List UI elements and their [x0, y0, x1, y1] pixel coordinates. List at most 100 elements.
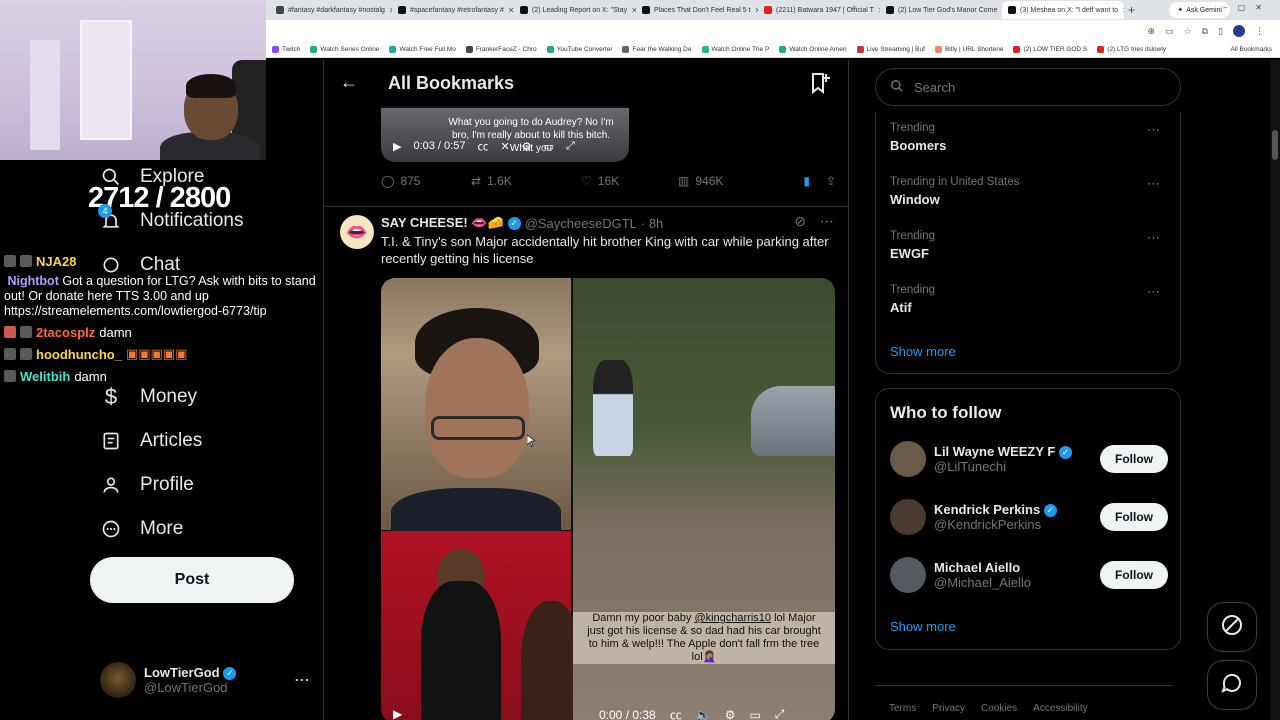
page-scrollbar[interactable]	[1270, 60, 1280, 720]
video-player[interactable]: What you going to do Audrey? No I'm bro,…	[381, 106, 629, 162]
volume-icon[interactable]: 🔈	[696, 708, 711, 720]
settings-gear-icon[interactable]: ⚙	[725, 708, 736, 720]
captions-icon[interactable]: ㏄	[670, 706, 682, 720]
more-options-icon[interactable]: ⋯	[1147, 230, 1160, 246]
tweet-timestamp[interactable]: · 8h	[641, 216, 663, 231]
bookmark-item[interactable]: Twitch	[272, 46, 300, 53]
trend-item[interactable]: Trending Atif ⋯	[890, 284, 1168, 315]
avatar[interactable]: 👄	[340, 215, 374, 249]
fullscreen-icon[interactable]: ⤢	[775, 707, 785, 720]
search-input[interactable]: Search	[875, 68, 1181, 106]
sidepanel-icon[interactable]: ▯	[1218, 26, 1223, 37]
grok-icon[interactable]: ⊘	[794, 213, 806, 230]
tab-favicon	[520, 6, 528, 14]
follow-suggestion[interactable]: Michael Aiello @Michael_Aiello Follow	[890, 555, 1168, 595]
captions-icon[interactable]: ㏄	[477, 138, 488, 154]
avatar[interactable]	[890, 499, 926, 535]
bookmark-item[interactable]: Watch Online Ameri	[779, 46, 847, 53]
follow-button[interactable]: Follow	[1100, 503, 1168, 531]
chat-message: Welitbih damn	[4, 365, 324, 387]
close-tab-icon[interactable]: ✕	[1122, 6, 1124, 15]
browser-tab[interactable]: (2211) Batwara 1947 | Official T✕	[758, 1, 880, 19]
trend-item[interactable]: Trending EWGF ⋯	[890, 230, 1168, 261]
more-options-icon[interactable]: ⋯	[820, 213, 834, 230]
bookmark-item[interactable]: Watch Free Full Mo	[389, 46, 456, 53]
browser-tab-active[interactable]: (3) Meshea on X: "I deff want to✕	[1002, 1, 1124, 19]
reply-button[interactable]: ◯ 875	[381, 174, 471, 188]
bookmark-filled-icon[interactable]: ▮	[803, 174, 810, 188]
footer-link-cookies[interactable]: Cookies	[981, 703, 1017, 714]
bookmark-item[interactable]: Watch Online The P	[701, 46, 769, 53]
repost-button[interactable]: ⇄ 1.6K	[471, 174, 581, 188]
more-options-icon[interactable]: ⋯	[1147, 284, 1160, 300]
avatar[interactable]	[890, 441, 926, 477]
footer-link-terms[interactable]: Terms	[889, 703, 916, 714]
bookmark-item[interactable]: Fear the Walking De	[622, 46, 692, 53]
nav-money[interactable]: $ Money	[100, 384, 197, 409]
trend-item[interactable]: Trending Boomers ⋯	[890, 122, 1168, 153]
browser-tab[interactable]: #fantasy #darkfantasy #nostalg✕	[270, 1, 392, 19]
account-switcher[interactable]: LowTierGod ✓ @LowTierGod ⋯	[100, 660, 310, 700]
extensions-icon[interactable]: ⧉	[1202, 26, 1208, 37]
bookmark-item[interactable]: (2) LOW TIER GOD S	[1013, 46, 1087, 53]
bookmark-item[interactable]: FrankerFaceZ - Chro	[465, 46, 537, 53]
browser-tab[interactable]: #spacefantasy #retrofantasy # ✕	[392, 1, 514, 19]
grok-button[interactable]	[1207, 602, 1257, 652]
star-icon[interactable]: ☆	[1184, 26, 1192, 37]
back-arrow-icon[interactable]: ←	[340, 72, 358, 93]
show-more-link[interactable]: Show more	[890, 619, 956, 634]
nav-more[interactable]: More	[100, 518, 183, 540]
bookmark-item[interactable]: (2) LTG tries itslowly	[1097, 46, 1166, 53]
avatar[interactable]	[890, 557, 926, 593]
follow-suggestion[interactable]: Kendrick Perkins ✓ @KendrickPerkins Foll…	[890, 497, 1168, 537]
play-icon[interactable]: ▶	[393, 140, 401, 153]
new-tab-icon[interactable]: +	[1128, 3, 1135, 17]
mute-icon[interactable]: ✕	[500, 140, 509, 153]
messages-button[interactable]	[1207, 660, 1257, 710]
zoom-icon[interactable]: ⊕	[1147, 26, 1155, 37]
more-options-icon[interactable]: ⋯	[1147, 122, 1160, 138]
show-more-link[interactable]: Show more	[890, 344, 956, 359]
profile-avatar[interactable]	[1233, 25, 1245, 37]
tweet-media-video[interactable]: ▶ Damn my poor baby @kingcharris10 lol M…	[381, 278, 835, 720]
all-bookmarks-link[interactable]: All Bookmarks	[1230, 46, 1280, 53]
nav-articles[interactable]: Articles	[100, 430, 202, 452]
tweet-author-name[interactable]: SAY CHEESE! 👄🧀	[381, 215, 504, 231]
bookmark-item[interactable]: Bitly | URL Shortene	[934, 46, 1003, 53]
bookmark-item[interactable]: YouTube Converter	[546, 46, 612, 53]
post-button[interactable]: Post	[90, 557, 294, 603]
cast-icon[interactable]: ▭	[1165, 26, 1174, 37]
ask-gemini-button[interactable]: ✦ Ask Gemini	[1169, 2, 1230, 18]
window-controls[interactable]: –▢✕	[1223, 3, 1272, 12]
footer-link-privacy[interactable]: Privacy	[932, 703, 965, 714]
more-options-icon[interactable]: ⋯	[1147, 176, 1160, 192]
follow-suggestion[interactable]: Lil Wayne WEEZY F ✓ @LilTunechi Follow	[890, 439, 1168, 479]
footer-link-accessibility[interactable]: Accessibility	[1033, 703, 1087, 714]
scroll-thumb[interactable]	[1272, 130, 1278, 160]
tab-favicon	[886, 6, 894, 14]
bookmark-item[interactable]: Live Streaming | Buf	[856, 46, 925, 53]
share-icon[interactable]: ⇪	[826, 174, 836, 188]
like-button[interactable]: ♡ 16K	[581, 174, 678, 188]
bookmark-item[interactable]: Watch Series Online	[310, 46, 379, 53]
bookmark-folder-icon[interactable]	[810, 72, 830, 99]
trend-item[interactable]: Trending in United States Window ⋯	[890, 176, 1168, 207]
browser-tab[interactable]: (2) Leading Report on X: "Stay ✕	[514, 1, 636, 19]
gemini-icon: ✦	[1177, 7, 1184, 14]
caption-mention-link[interactable]: @kingcharris10	[694, 612, 771, 624]
settings-gear-icon[interactable]: ⚙	[522, 140, 532, 153]
fullscreen-icon[interactable]: ⤢	[566, 140, 575, 153]
play-icon[interactable]: ▶	[393, 707, 402, 720]
browser-tab[interactable]: Places That Don't Feel Real 5 t ✕	[636, 1, 758, 19]
pip-icon[interactable]: ▭	[544, 140, 554, 153]
follow-button[interactable]: Follow	[1100, 445, 1168, 473]
follow-button[interactable]: Follow	[1100, 561, 1168, 589]
pip-icon[interactable]: ▭	[749, 708, 760, 720]
views-button[interactable]: ▥ 946K	[678, 174, 783, 188]
tweet-author-handle[interactable]: @SaycheeseDGTL	[525, 216, 637, 231]
browser-menu-icon[interactable]: ⋮	[1255, 26, 1264, 37]
browser-tab[interactable]: (2) Low Tier God's Manor Come✕	[880, 1, 1002, 19]
nav-notifications[interactable]: 4 Notifications	[98, 204, 244, 232]
nav-profile[interactable]: Profile	[100, 474, 194, 496]
chat-message: NJA28	[4, 250, 324, 272]
